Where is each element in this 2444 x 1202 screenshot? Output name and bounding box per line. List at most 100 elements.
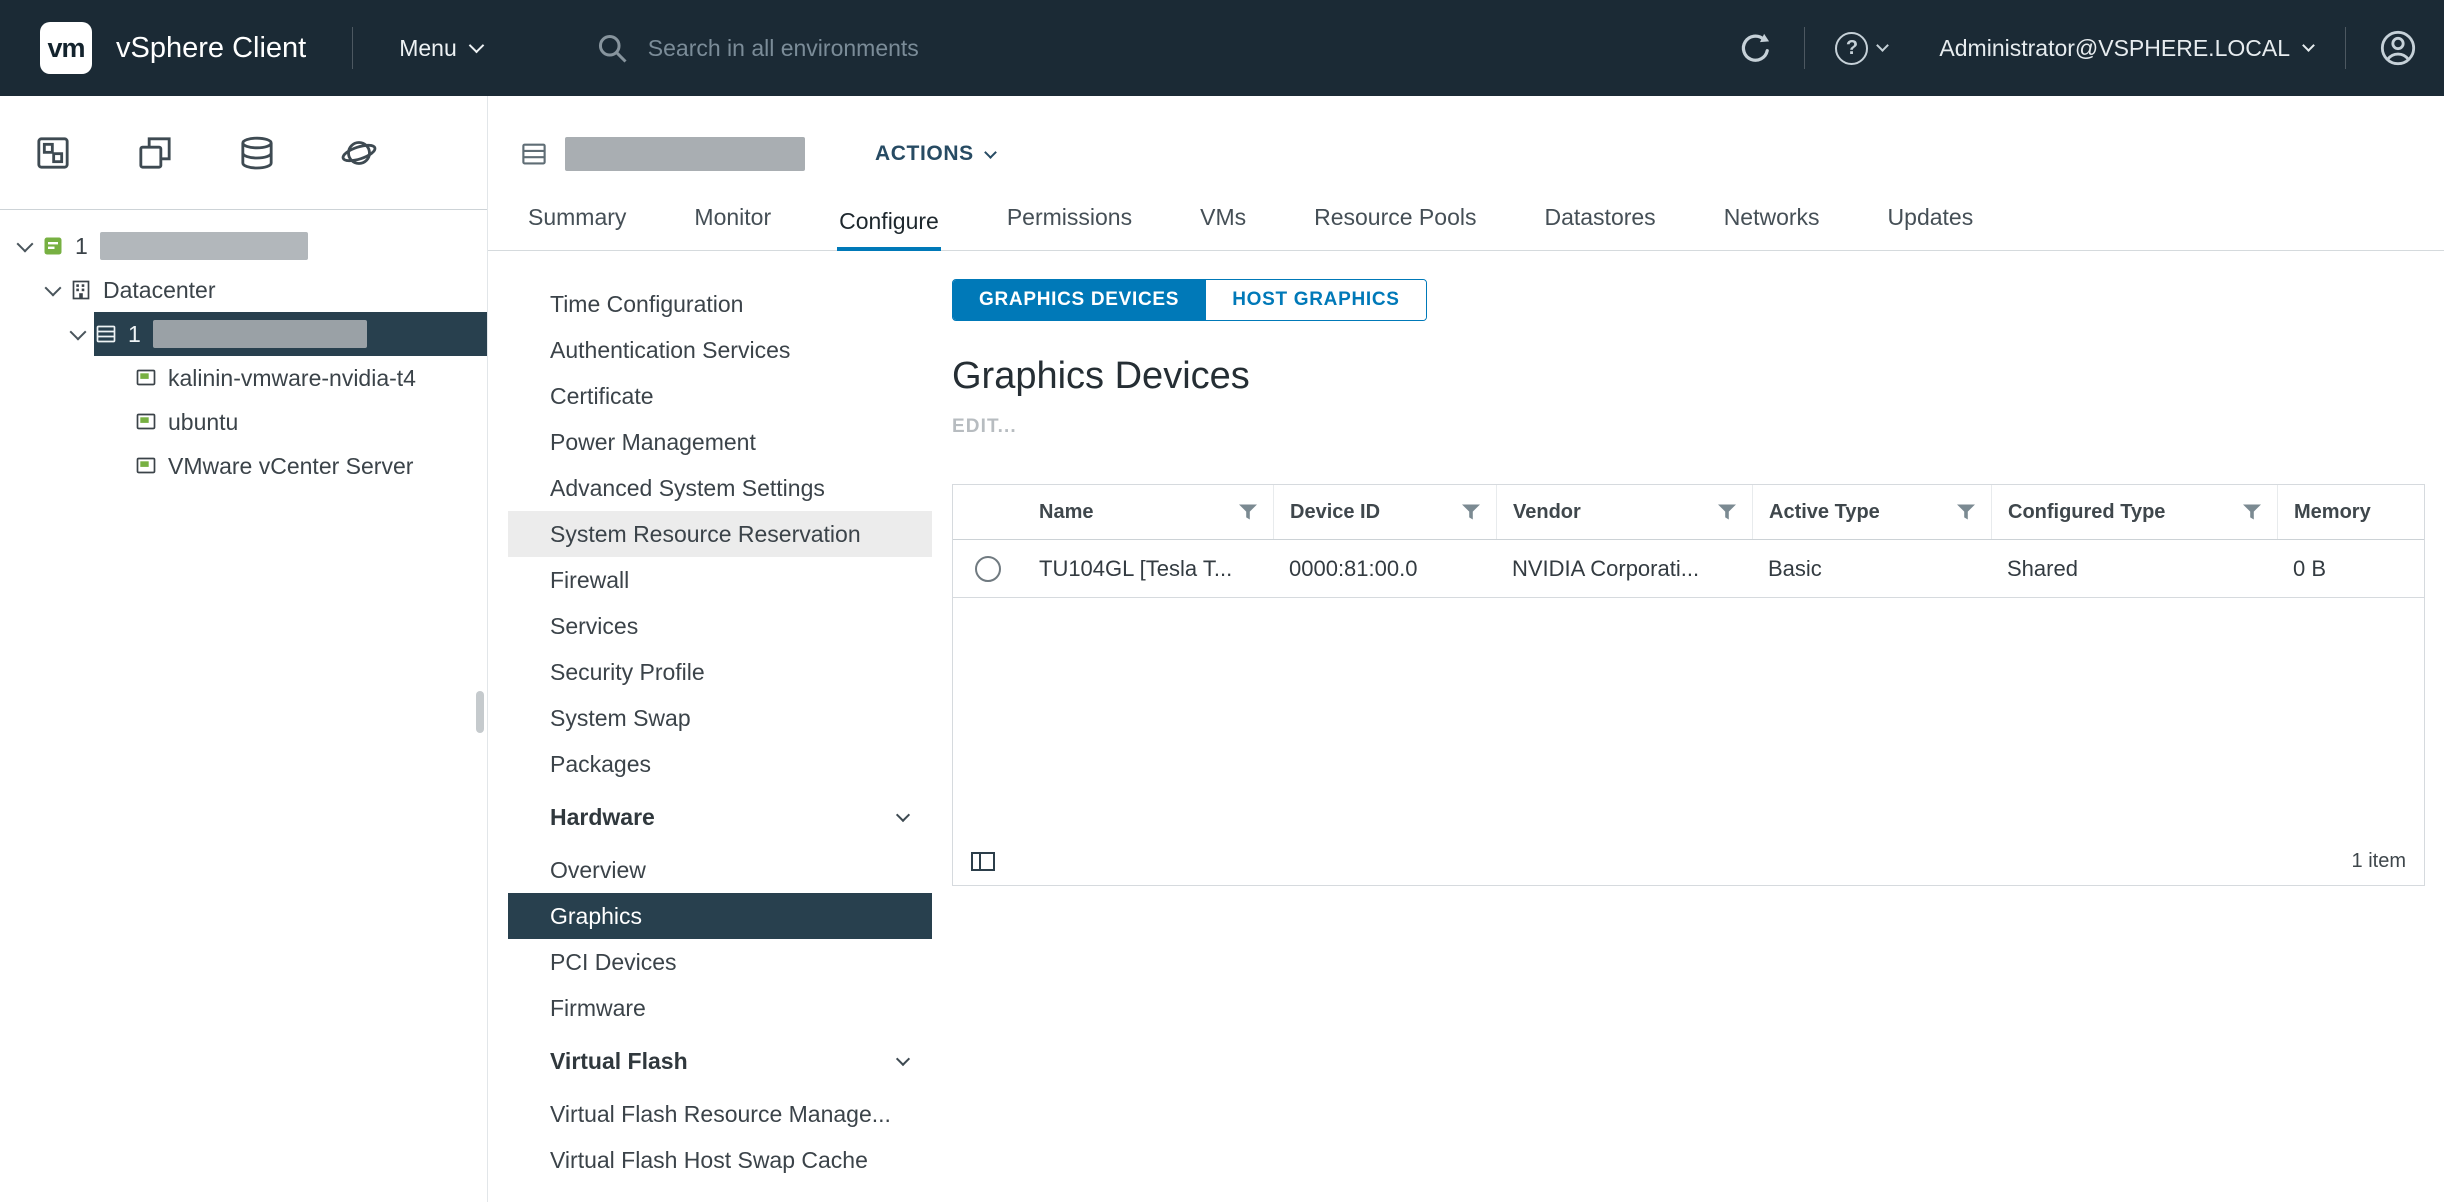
actions-button[interactable]: ACTIONS: [875, 142, 995, 166]
cell-device-id: 0000:81:00.0: [1273, 556, 1496, 582]
radio-button[interactable]: [975, 556, 1001, 582]
tab-datastores[interactable]: Datastores: [1542, 194, 1657, 251]
graphics-view-toggle: GRAPHICS DEVICES HOST GRAPHICS: [952, 279, 1427, 321]
main-panel: ACTIONS Summary Monitor Configure Permis…: [488, 96, 2444, 1202]
config-nav-item-overview[interactable]: Overview: [508, 847, 932, 893]
column-header-memory[interactable]: Memory: [2277, 485, 2424, 539]
tab-updates[interactable]: Updates: [1886, 194, 1976, 251]
tree-item-vcenter[interactable]: 1: [0, 224, 487, 268]
host-icon: [519, 139, 549, 169]
table-footer: 1 item: [953, 838, 2424, 885]
page-title: Graphics Devices: [952, 355, 2425, 398]
search-input[interactable]: [646, 34, 1206, 63]
edit-button[interactable]: EDIT...: [952, 416, 2425, 438]
tree-item-label: kalinin-vmware-nvidia-t4: [168, 365, 416, 392]
account-menu[interactable]: Administrator@VSPHERE.LOCAL: [1939, 35, 2313, 62]
column-settings-icon[interactable]: [971, 852, 995, 871]
chevron-down-icon[interactable]: [70, 323, 87, 340]
graphics-devices-toggle[interactable]: GRAPHICS DEVICES: [953, 280, 1205, 320]
cell-name: TU104GL [Tesla T...: [1023, 556, 1273, 582]
config-nav-item-firmware[interactable]: Firmware: [508, 985, 932, 1031]
config-nav-item-system-resource-reservation[interactable]: System Resource Reservation: [508, 511, 932, 557]
redacted-text: [100, 232, 308, 260]
menu-button[interactable]: Menu: [399, 35, 482, 62]
config-nav-item-firewall[interactable]: Firewall: [508, 557, 932, 603]
filter-icon[interactable]: [2243, 503, 2261, 521]
chevron-down-icon[interactable]: [17, 235, 34, 252]
scrollbar-thumb[interactable]: [476, 691, 484, 733]
config-nav-item-security-profile[interactable]: Security Profile: [508, 649, 932, 695]
networking-icon[interactable]: [339, 133, 379, 173]
config-nav-section-hardware[interactable]: Hardware: [508, 794, 932, 840]
inventory-tree: 1 Datace: [0, 210, 487, 488]
help-menu[interactable]: ?: [1835, 32, 1887, 65]
redacted-hostname: [565, 137, 805, 171]
storage-icon[interactable]: [237, 133, 277, 173]
tab-configure[interactable]: Configure: [837, 198, 941, 251]
config-nav-item-pci-devices[interactable]: PCI Devices: [508, 939, 932, 985]
config-nav-section-virtual-flash[interactable]: Virtual Flash: [508, 1038, 932, 1084]
tab-resource-pools[interactable]: Resource Pools: [1312, 194, 1478, 251]
tree-item-vm[interactable]: kalinin-vmware-nvidia-t4: [0, 356, 487, 400]
chevron-down-icon: [984, 146, 997, 159]
config-nav-item-advanced-system-settings[interactable]: Advanced System Settings: [508, 465, 932, 511]
graphics-devices-table: Name Device ID Vendor: [952, 484, 2425, 886]
host-graphics-toggle[interactable]: HOST GRAPHICS: [1205, 280, 1425, 320]
vmware-logo-text: vm: [47, 33, 84, 64]
tree-item-host-selected[interactable]: 1: [0, 312, 487, 356]
config-nav-item-vflash-host-swap-cache[interactable]: Virtual Flash Host Swap Cache: [508, 1137, 932, 1183]
config-nav-item-authentication-services[interactable]: Authentication Services: [508, 327, 932, 373]
tab-summary[interactable]: Summary: [526, 194, 628, 251]
chevron-down-icon[interactable]: [45, 279, 62, 296]
filter-icon[interactable]: [1718, 503, 1736, 521]
row-select-cell: [953, 556, 1023, 582]
config-nav-item-power-management[interactable]: Power Management: [508, 419, 932, 465]
column-header-active-type[interactable]: Active Type: [1752, 485, 1991, 539]
refresh-icon[interactable]: [1737, 30, 1774, 67]
config-nav-item-services[interactable]: Services: [508, 603, 932, 649]
tree-item-vm[interactable]: ubuntu: [0, 400, 487, 444]
vms-and-templates-icon[interactable]: [135, 133, 175, 173]
chevron-down-icon: [896, 808, 910, 822]
tree-item-label: ubuntu: [168, 409, 238, 436]
topbar-right-controls: ? Administrator@VSPHERE.LOCAL: [1737, 27, 2444, 69]
global-search[interactable]: [594, 30, 1206, 66]
search-icon: [594, 30, 630, 66]
actions-button-label: ACTIONS: [875, 142, 974, 166]
filter-icon[interactable]: [1957, 503, 1975, 521]
tab-vms[interactable]: VMs: [1198, 194, 1248, 251]
hosts-and-clusters-icon[interactable]: [33, 133, 73, 173]
column-label: Configured Type: [2008, 501, 2165, 524]
divider: [1804, 27, 1805, 69]
tree-item-label: 1: [75, 233, 88, 260]
config-nav-item-certificate[interactable]: Certificate: [508, 373, 932, 419]
column-header-configured-type[interactable]: Configured Type: [1991, 485, 2277, 539]
column-header-vendor[interactable]: Vendor: [1496, 485, 1752, 539]
tab-monitor[interactable]: Monitor: [692, 194, 773, 251]
filter-icon[interactable]: [1462, 503, 1480, 521]
tab-permissions[interactable]: Permissions: [1005, 194, 1134, 251]
filter-icon[interactable]: [1239, 503, 1257, 521]
user-avatar-icon[interactable]: [2378, 28, 2418, 68]
vmware-logo[interactable]: vm: [40, 22, 92, 74]
tree-item-vm[interactable]: VMware vCenter Server: [0, 444, 487, 488]
table-header-row: Name Device ID Vendor: [953, 485, 2424, 540]
table-empty-area: [953, 598, 2424, 838]
host-icon: [94, 322, 118, 346]
item-count: 1 item: [2352, 850, 2406, 873]
tree-item-datacenter[interactable]: Datacenter: [0, 268, 487, 312]
column-label: Device ID: [1290, 501, 1380, 524]
table-row[interactable]: TU104GL [Tesla T... 0000:81:00.0 NVIDIA …: [953, 540, 2424, 598]
config-nav-item-graphics[interactable]: Graphics: [508, 893, 932, 939]
tab-networks[interactable]: Networks: [1722, 194, 1822, 251]
vsphere-client-window: vm vSphere Client Menu ?: [0, 0, 2444, 1202]
config-nav-item-system-swap[interactable]: System Swap: [508, 695, 932, 741]
config-nav-item-time-configuration[interactable]: Time Configuration: [508, 281, 932, 327]
divider: [2345, 27, 2346, 69]
column-label: Name: [1039, 501, 1093, 524]
config-nav-item-vflash-resource-management[interactable]: Virtual Flash Resource Manage...: [508, 1091, 932, 1137]
product-title[interactable]: vSphere Client: [116, 32, 306, 65]
column-header-device-id[interactable]: Device ID: [1273, 485, 1496, 539]
config-nav-item-packages[interactable]: Packages: [508, 741, 932, 787]
column-header-name[interactable]: Name: [1023, 485, 1273, 539]
